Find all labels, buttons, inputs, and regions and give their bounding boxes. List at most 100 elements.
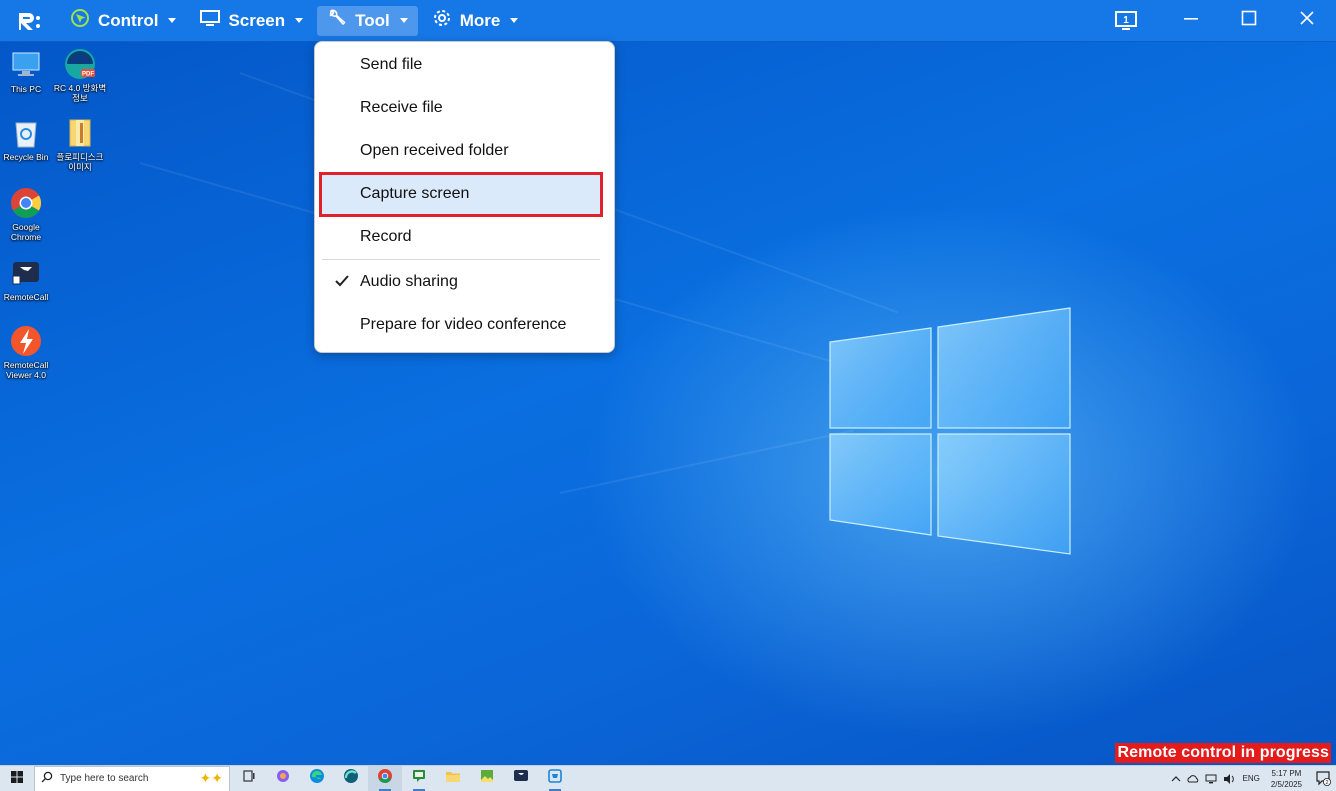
menu-screen[interactable]: Screen	[190, 6, 313, 36]
remote-desktop[interactable]: This PC PDF RC 4.0 방화벽 정보 Recycle Bin 플로…	[0, 42, 1336, 765]
desktop-icon-label: RemoteCall	[3, 292, 49, 302]
monitor-select-button[interactable]: 1	[1098, 0, 1156, 42]
app-logo-icon[interactable]	[0, 0, 60, 42]
menu-item-audio-sharing[interactable]: Audio sharing	[315, 260, 600, 303]
menu-item-label: Capture screen	[360, 184, 470, 202]
close-button[interactable]	[1278, 0, 1336, 42]
taskbar-chat[interactable]	[402, 766, 436, 791]
file-explorer-icon	[445, 768, 461, 789]
copilot-sparkle-icon: ✦✦	[199, 770, 223, 786]
desktop-icon-label: This PC	[10, 84, 42, 94]
tool-menu-dropdown: Send file Receive file Open received fol…	[314, 41, 615, 353]
windows-logo-wallpaper	[829, 307, 1071, 555]
remote-control-toolbar: Control Screen Tool More 1	[0, 0, 1336, 42]
menu-item-capture-screen[interactable]: Capture screen	[322, 172, 600, 215]
pdf-icon: PDF	[63, 47, 97, 81]
menu-tool-label: Tool	[355, 10, 390, 30]
search-placeholder: Type here to search	[60, 773, 149, 784]
this-pc-icon	[9, 48, 43, 82]
monitor-badge: 1	[1123, 15, 1129, 26]
desktop-icon-remotecall-viewer[interactable]: RemoteCall Viewer 4.0	[0, 324, 54, 380]
menu-item-prepare-video-conference[interactable]: Prepare for video conference	[315, 303, 600, 346]
menu-item-label: Send file	[360, 55, 423, 73]
monitor-icon	[200, 9, 221, 32]
control-icon	[70, 8, 90, 33]
taskbar-search-box[interactable]: Type here to search ✦✦	[34, 765, 230, 791]
desktop-icon-recycle-bin[interactable]: Recycle Bin	[0, 116, 54, 162]
taskbar-task-view[interactable]	[232, 766, 266, 791]
remotecall-icon	[513, 768, 529, 789]
photos-icon	[479, 768, 495, 789]
remotecall-icon	[9, 256, 43, 290]
taskbar-file-explorer[interactable]	[436, 766, 470, 791]
menu-item-label: Record	[360, 227, 412, 245]
chevron-down-icon	[295, 18, 304, 23]
desktop-icon-remotecall[interactable]: RemoteCall	[0, 256, 54, 302]
edge-dev-icon	[343, 768, 359, 789]
taskbar-photos[interactable]	[470, 766, 504, 791]
desktop-icon-rc-firewall-info[interactable]: PDF RC 4.0 방화벽 정보	[52, 47, 108, 103]
close-icon	[1299, 10, 1315, 31]
menu-item-open-received-folder[interactable]: Open received folder	[315, 129, 600, 172]
menu-item-record[interactable]: Record	[315, 215, 600, 258]
svg-text:PDF: PDF	[82, 72, 94, 78]
menu-item-label: Audio sharing	[360, 272, 458, 290]
menu-item-label: Receive file	[360, 98, 443, 116]
system-tray: ENG 5:17 PM 2/5/2025 2	[1168, 766, 1336, 791]
onedrive-icon[interactable]	[1186, 774, 1199, 783]
taskbar-chrome[interactable]	[368, 765, 402, 791]
chrome-icon	[9, 186, 43, 220]
taskbar-clock[interactable]: 5:17 PM 2/5/2025	[1271, 768, 1302, 790]
search-icon	[41, 771, 53, 786]
folder-icon	[63, 116, 97, 150]
taskbar-store[interactable]	[538, 766, 572, 791]
edge-icon	[309, 768, 325, 789]
chrome-icon	[377, 768, 393, 789]
menu-more[interactable]: More	[422, 6, 529, 36]
desktop-icon-label: Google Chrome	[10, 222, 42, 242]
menu-control[interactable]: Control	[60, 6, 186, 36]
menu-item-label: Open received folder	[360, 141, 509, 159]
maximize-button[interactable]	[1220, 0, 1278, 42]
network-icon[interactable]	[1205, 773, 1217, 785]
desktop-icon-label: RemoteCall Viewer 4.0	[3, 360, 49, 380]
taskbar-remotecall[interactable]	[504, 766, 538, 791]
menu-item-send-file[interactable]: Send file	[315, 43, 600, 86]
recycle-bin-icon	[9, 116, 43, 150]
start-button[interactable]	[0, 766, 34, 791]
notification-count: 2	[1325, 780, 1328, 786]
task-view-icon	[242, 769, 256, 788]
chevron-down-icon	[168, 18, 177, 23]
menu-item-label: Prepare for video conference	[360, 315, 567, 333]
windows-taskbar: Type here to search ✦✦ ENG 5:17 PM 2/5/2…	[0, 765, 1336, 791]
menu-screen-label: Screen	[228, 10, 286, 30]
desktop-icon-this-pc[interactable]: This PC	[0, 48, 54, 94]
minimize-button[interactable]	[1162, 0, 1220, 42]
copilot-icon	[275, 768, 291, 789]
desktop-icon-label: Recycle Bin	[3, 152, 49, 162]
menu-more-label: More	[459, 10, 501, 30]
clock-date: 2/5/2025	[1270, 779, 1302, 789]
remotecall-viewer-icon	[9, 324, 43, 358]
menu-tool[interactable]: Tool	[317, 5, 418, 36]
notification-center-button[interactable]: 2	[1310, 770, 1336, 788]
menu-item-receive-file[interactable]: Receive file	[315, 86, 600, 129]
windows-start-icon	[11, 770, 23, 788]
checkmark-icon	[334, 274, 350, 293]
taskbar-copilot[interactable]	[266, 766, 300, 791]
maximize-icon	[1241, 10, 1257, 31]
minimize-icon	[1183, 10, 1199, 31]
taskbar-edge-dev[interactable]	[334, 766, 368, 791]
taskbar-edge[interactable]	[300, 766, 334, 791]
desktop-icon-floppy-image-folder[interactable]: 플로피디스크 이미지	[52, 116, 108, 172]
chevron-down-icon	[399, 18, 408, 23]
desktop-icon-google-chrome[interactable]: Google Chrome	[0, 186, 54, 242]
chevron-up-icon[interactable]	[1171, 775, 1181, 783]
chevron-down-icon	[510, 18, 519, 23]
store-icon	[547, 768, 563, 789]
language-indicator[interactable]: ENG	[1243, 774, 1260, 783]
desktop-icon-label: 플로피디스크 이미지	[56, 152, 104, 172]
desktop-icon-label: RC 4.0 방화벽 정보	[53, 83, 107, 103]
menu-control-label: Control	[98, 10, 159, 30]
volume-icon[interactable]	[1223, 773, 1235, 785]
